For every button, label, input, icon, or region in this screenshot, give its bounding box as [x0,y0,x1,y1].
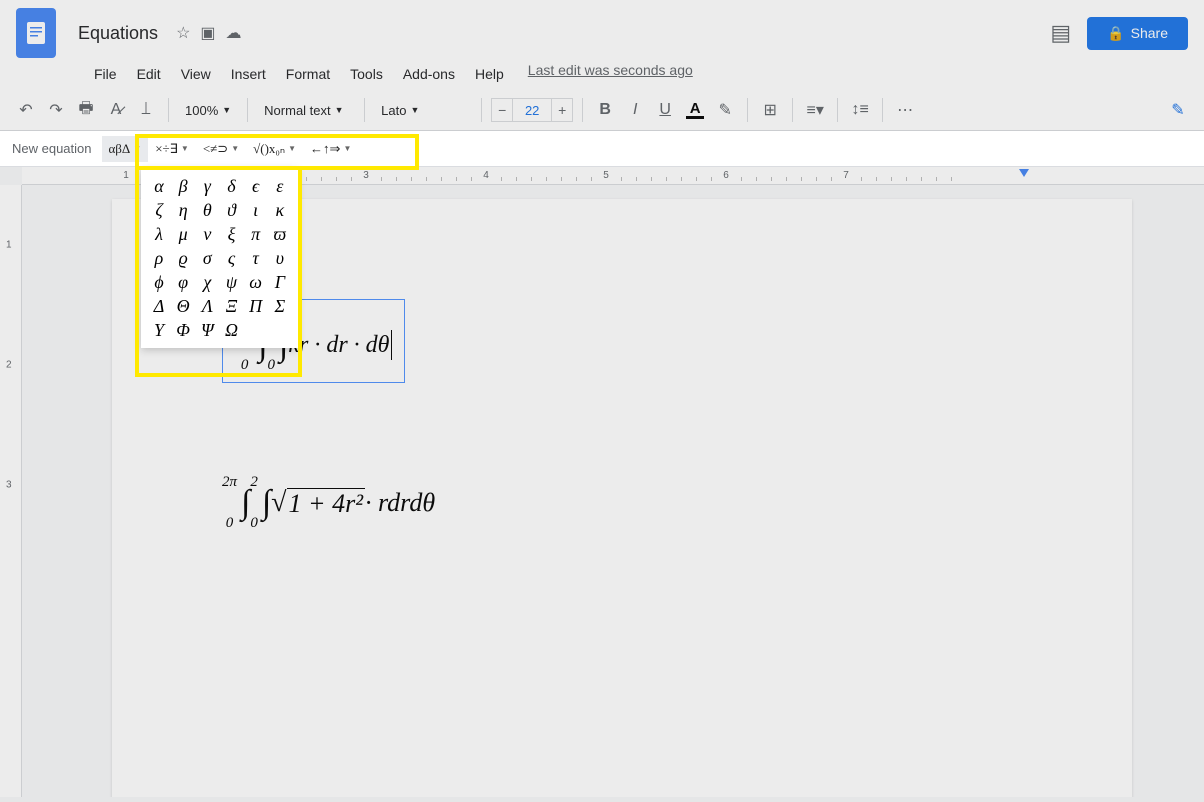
greek-letter[interactable]: γ [195,174,219,198]
font-size-input[interactable]: 22 [513,98,551,122]
docs-logo[interactable] [16,8,56,58]
greek-letter[interactable]: ϕ [147,270,171,294]
line-spacing-button[interactable]: ↕≡ [846,96,874,124]
equation-toolbar: New equation αβΔ▼ ×÷∃▼ <≠⊃▼ √()x₀ₙ▼ ←↑⇒▼ [0,131,1204,167]
greek-letter[interactable]: λ [147,222,171,246]
align-button[interactable]: ≡▾ [801,96,829,124]
style-dropdown[interactable]: Normal text▼ [256,96,356,124]
greek-letter[interactable]: ϱ [171,246,195,270]
equation-2[interactable]: 2π0 ∫ 20 ∫ √1 + 4r² · rdrdθ [222,463,1022,532]
greek-letter[interactable]: Ψ [195,318,219,342]
relations-dropdown[interactable]: <≠⊃▼ [196,136,246,162]
menu-help[interactable]: Help [467,62,512,86]
greek-letter[interactable]: φ [171,270,195,294]
math-ops-dropdown[interactable]: √()x₀ₙ▼ [246,136,303,162]
greek-letter[interactable]: σ [195,246,219,270]
greek-letter[interactable]: ϑ [219,198,243,222]
greek-letter[interactable]: υ [268,246,292,270]
text-cursor [391,330,392,360]
star-icon[interactable]: ☆ [176,23,190,43]
greek-letter[interactable]: ϖ [268,222,292,246]
greek-letter[interactable]: ι [244,198,268,222]
move-icon[interactable]: ▣ [200,23,215,43]
highlight-button[interactable]: ✎ [711,96,739,124]
greek-letter[interactable]: ε [268,174,292,198]
last-edit-link[interactable]: Last edit was seconds ago [528,62,693,86]
menu-format[interactable]: Format [278,62,338,86]
greek-letter[interactable]: Θ [171,294,195,318]
greek-letter[interactable]: ϵ [244,174,268,198]
arrows-dropdown[interactable]: ←↑⇒▼ [303,136,358,162]
greek-letter[interactable]: Π [244,294,268,318]
equation-body: kr · dr · dθ [288,332,389,359]
spellcheck-button[interactable]: A̷ [102,96,130,124]
greek-letter[interactable]: Λ [195,294,219,318]
vertical-ruler[interactable]: 123 [0,185,22,797]
menu-view[interactable]: View [173,62,219,86]
editing-mode-button[interactable]: ✎ [1164,96,1192,124]
greek-letter[interactable]: Φ [171,318,195,342]
font-dropdown[interactable]: Lato▼ [373,96,473,124]
operators-dropdown[interactable]: ×÷∃▼ [148,136,196,162]
greek-letter[interactable]: ψ [219,270,243,294]
toolbar: ↶ ↷ 🖶 A̷ ⟘ 100%▼ Normal text▼ Lato▼ − 22… [0,90,1204,131]
greek-letter[interactable]: Σ [268,294,292,318]
greek-letter[interactable]: Γ [268,270,292,294]
right-margin-marker[interactable] [1019,169,1029,177]
decrease-font-button[interactable]: − [491,98,513,122]
italic-button[interactable]: I [621,96,649,124]
menu-tools[interactable]: Tools [342,62,391,86]
new-equation-button[interactable]: New equation [12,141,92,156]
greek-letter[interactable]: χ [195,270,219,294]
increase-font-button[interactable]: + [551,98,573,122]
lock-icon: 🔒 [1107,25,1124,42]
greek-letter[interactable]: Δ [147,294,171,318]
more-button[interactable]: ⋯ [891,96,919,124]
menubar: File Edit View Insert Format Tools Add-o… [0,58,1204,90]
greek-letters-popup: αβγδϵε ζηθϑικ λμνξπϖ ρϱσςτυ ϕφχψωΓ ΔΘΛΞΠΣ ΥΦΨΩ [141,168,298,348]
greek-letter[interactable]: θ [195,198,219,222]
greek-letter[interactable]: π [244,222,268,246]
greek-letter[interactable]: μ [171,222,195,246]
text-color-button[interactable]: A [681,96,709,124]
greek-letters-dropdown[interactable]: αβΔ▼ [102,136,149,162]
share-button[interactable]: 🔒 Share [1087,17,1188,50]
greek-letter[interactable]: κ [268,198,292,222]
greek-letter[interactable]: τ [244,246,268,270]
greek-letter[interactable]: ρ [147,246,171,270]
greek-letter[interactable]: η [171,198,195,222]
doc-title[interactable]: Equations [72,21,164,46]
cloud-icon[interactable]: ☁ [226,23,242,43]
greek-letter[interactable]: β [171,174,195,198]
greek-letter[interactable]: ν [195,222,219,246]
bold-button[interactable]: B [591,96,619,124]
menu-addons[interactable]: Add-ons [395,62,463,86]
greek-letter[interactable]: α [147,174,171,198]
menu-insert[interactable]: Insert [223,62,274,86]
menu-file[interactable]: File [86,62,125,86]
underline-button[interactable]: U [651,96,679,124]
comments-icon[interactable]: ▤ [1050,20,1071,46]
greek-letter[interactable]: Υ [147,318,171,342]
greek-letter[interactable]: ς [219,246,243,270]
greek-letter[interactable]: ω [244,270,268,294]
menu-edit[interactable]: Edit [129,62,169,86]
greek-letter[interactable]: Ω [219,318,243,342]
print-button[interactable]: 🖶 [72,96,100,124]
undo-button[interactable]: ↶ [12,96,40,124]
zoom-dropdown[interactable]: 100%▼ [177,96,239,124]
paint-format-button[interactable]: ⟘ [132,96,160,124]
greek-letter[interactable]: ξ [219,222,243,246]
share-label: Share [1131,25,1168,41]
greek-letter[interactable]: ζ [147,198,171,222]
greek-letter[interactable]: δ [219,174,243,198]
greek-letter[interactable]: Ξ [219,294,243,318]
redo-button[interactable]: ↷ [42,96,70,124]
insert-image-button[interactable]: ⊞ [756,96,784,124]
